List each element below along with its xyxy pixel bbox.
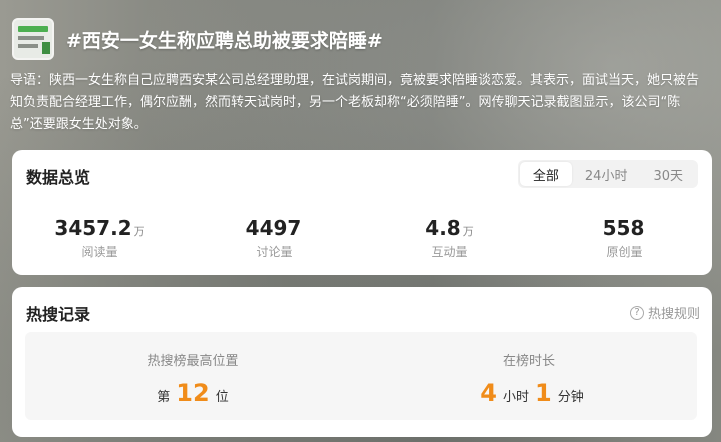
duration-hours: 4 (480, 379, 497, 407)
hot-record-panel: 热搜榜最高位置 第 12 位 在榜时长 4 小时 1 分钟 (25, 332, 697, 420)
duration-label: 在榜时长 (502, 354, 555, 369)
topic-header: #西安一女生称应聘总助被要求陪睡# (12, 16, 383, 62)
time-range-switch: 全部 24小时 30天 (517, 160, 698, 188)
peak-position: 热搜榜最高位置 第 12 位 (25, 332, 361, 420)
stat-label: 讨论量 (256, 245, 293, 259)
hot-rules-label: 热搜规则 (647, 307, 700, 322)
stat-label: 原创量 (606, 245, 643, 259)
topic-intro: 导语：陕西一女生称自己应聘西安某公司总经理助理，在试岗期间，竟被要求陪睡谈恋爱。… (10, 73, 700, 132)
topic-thumbnail (12, 18, 54, 60)
stat-label: 互动量 (431, 245, 468, 259)
topic-title: #西安一女生称应聘总助被要求陪睡# (66, 29, 383, 52)
peak-suffix: 位 (215, 390, 229, 405)
question-icon: ? (629, 305, 644, 320)
peak-number: 12 (176, 379, 210, 407)
stat-value: 4497 (245, 216, 302, 240)
stat-unit: 万 (462, 225, 474, 238)
stat-value: 558 (602, 216, 645, 240)
peak-prefix: 第 (157, 390, 171, 405)
tab-all[interactable]: 全部 (519, 162, 572, 186)
overview-card: 数据总览 全部 24小时 30天 3457.2 万 阅读量 4497 讨论量 4.… (12, 150, 712, 275)
stat-read: 3457.2 万 阅读量 (12, 216, 187, 260)
on-list-duration: 在榜时长 4 小时 1 分钟 (361, 332, 697, 420)
hot-rules-link[interactable]: ? 热搜规则 (629, 303, 700, 322)
peak-value: 第 12 位 (25, 379, 361, 407)
stat-label: 阅读量 (81, 245, 118, 259)
hot-record-title: 热搜记录 (26, 305, 91, 324)
tab-30d[interactable]: 30天 (640, 162, 696, 186)
duration-value: 4 小时 1 分钟 (361, 379, 697, 407)
stat-discuss: 4497 讨论量 (187, 216, 362, 260)
stat-value: 3457.2 (54, 216, 132, 240)
peak-label: 热搜榜最高位置 (147, 354, 239, 369)
duration-minutes-unit: 分钟 (557, 390, 584, 405)
tab-24h[interactable]: 24小时 (572, 162, 641, 186)
stat-unit: 万 (133, 225, 145, 238)
duration-minutes: 1 (535, 379, 552, 407)
stats-row: 3457.2 万 阅读量 4497 讨论量 4.8 万 互动量 558 原创量 (12, 216, 712, 260)
overview-title: 数据总览 (26, 168, 91, 187)
duration-hours-unit: 小时 (502, 390, 529, 405)
hot-record-card: 热搜记录 ? 热搜规则 热搜榜最高位置 第 12 位 在榜时长 4 小时 1 分… (12, 287, 712, 437)
stat-original: 558 原创量 (537, 216, 712, 260)
stat-value: 4.8 (425, 216, 461, 240)
stat-interact: 4.8 万 互动量 (362, 216, 537, 260)
